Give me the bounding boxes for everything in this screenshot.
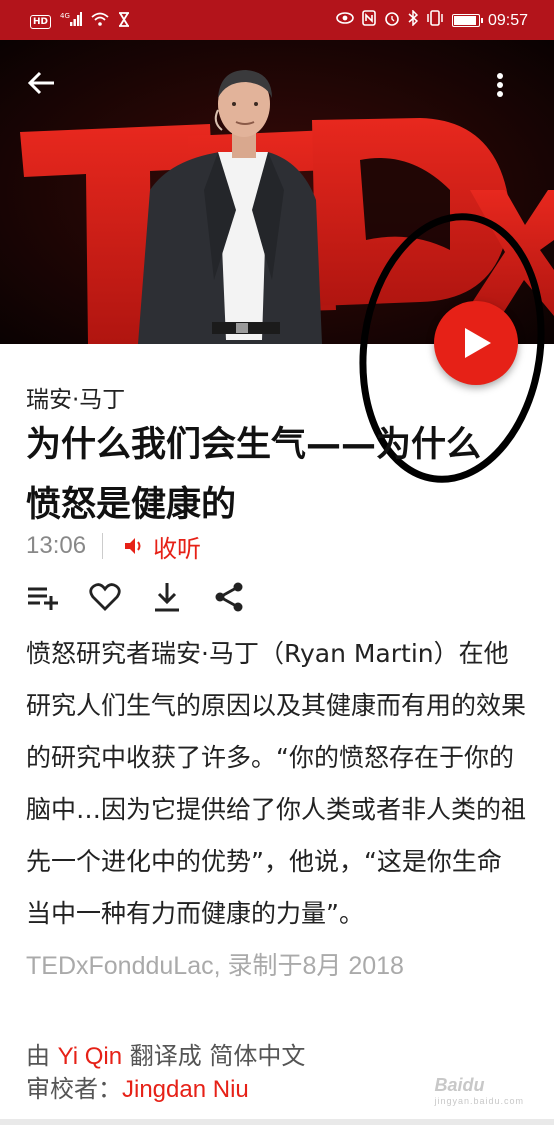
wifi-icon [91, 12, 109, 31]
heart-icon[interactable] [88, 580, 122, 614]
hourglass-icon [118, 11, 130, 32]
alarm-icon [384, 10, 400, 31]
speaker-icon [125, 538, 141, 554]
download-icon[interactable] [150, 580, 184, 614]
meta-divider [102, 533, 104, 559]
bottom-divider [0, 1119, 554, 1125]
eye-icon [336, 11, 354, 30]
back-arrow-icon[interactable] [26, 67, 58, 99]
status-left: HD 4G [30, 11, 130, 32]
watermark-sub: jingyan.baidu.com [434, 1096, 524, 1106]
translator-link[interactable]: Yi Qin [58, 1043, 122, 1070]
nfc-icon [362, 10, 376, 31]
credits: 由 Yi Qin 翻译成 简体中文 审校者：Jingdan Niu [26, 1040, 305, 1106]
baidu-watermark: Baidu jingyan.baidu.com [434, 1075, 524, 1106]
status-bar: HD 4G 09:57 [0, 0, 554, 40]
battery-icon [451, 14, 483, 27]
reviewer-line: 审校者：Jingdan Niu [26, 1073, 305, 1106]
reviewer-link[interactable]: Jingdan Niu [122, 1076, 249, 1103]
add-to-list-icon[interactable] [26, 580, 60, 614]
talk-meta: 13:06 收听 [26, 529, 201, 564]
translator-line: 由 Yi Qin 翻译成 简体中文 [26, 1040, 305, 1073]
status-right: 09:57 [336, 9, 528, 31]
talk-description: 愤怒研究者瑞安·马丁（Ryan Martin）在他研究人们生气的原因以及其健康而… [26, 628, 526, 992]
description-text: 愤怒研究者瑞安·马丁（Ryan Martin）在他研究人们生气的原因以及其健康而… [26, 639, 527, 928]
listen-button[interactable]: 收听 [123, 529, 201, 564]
reviewer-prefix: 审校者： [26, 1075, 122, 1103]
battery-fill [453, 16, 477, 25]
event-info: TEDxFondduLac, 录制于8月 2018 [26, 952, 404, 980]
hd-badge: HD [30, 14, 52, 29]
listen-label: 收听 [153, 534, 202, 563]
action-bar [26, 580, 246, 614]
speaker-name: 瑞安·马丁 [26, 387, 126, 413]
translated-to: 翻译成 简体中文 [122, 1042, 306, 1070]
network-type-label: 4G [60, 12, 70, 20]
status-time: 09:57 [487, 11, 528, 29]
signal-4g-icon: 4G [60, 11, 83, 32]
more-options-icon[interactable] [488, 70, 512, 102]
vibrate-icon [426, 10, 444, 31]
by-prefix: 由 [26, 1042, 58, 1070]
duration: 13:06 [26, 532, 87, 559]
bluetooth-icon [408, 9, 419, 31]
talk-title: 为什么我们会生气——为什么愤怒是健康的 [26, 425, 482, 525]
share-icon[interactable] [212, 580, 246, 614]
watermark-logo: Baidu [434, 1075, 485, 1095]
